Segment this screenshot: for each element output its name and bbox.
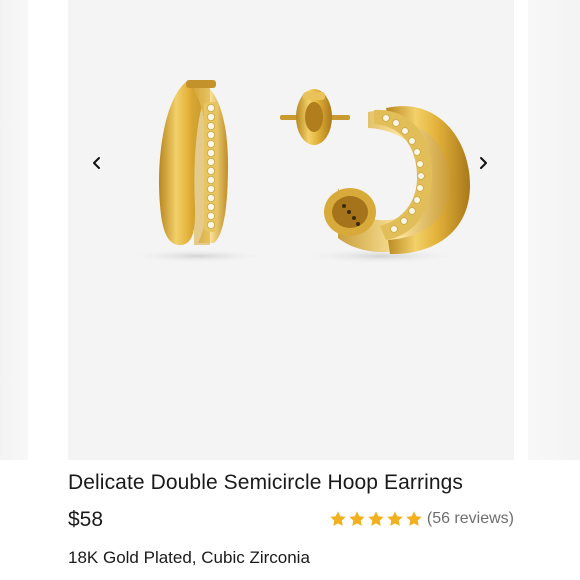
star-icon [387,511,403,526]
adjacent-image-left [0,0,28,460]
adjacent-image-right [528,0,580,460]
star-icon [368,511,384,526]
next-image-button[interactable] [470,150,496,176]
chevron-left-icon [93,157,100,169]
product-title: Delicate Double Semicircle Hoop Earrings [68,471,464,494]
product-rating[interactable]: (56 reviews) [329,510,514,528]
star-icon [406,511,422,526]
star-icon [349,511,365,526]
earrings-image [128,80,470,264]
rating-stars [329,510,423,528]
product-price: $58 [68,508,104,531]
star-icon [330,511,346,526]
reviews-count[interactable]: (56 reviews) [427,510,514,528]
product-gallery[interactable] [68,0,514,460]
product-material: 18K Gold Plated, Cubic Zirconia [68,548,310,567]
chevron-right-icon [480,157,487,169]
previous-image-button[interactable] [84,150,110,176]
